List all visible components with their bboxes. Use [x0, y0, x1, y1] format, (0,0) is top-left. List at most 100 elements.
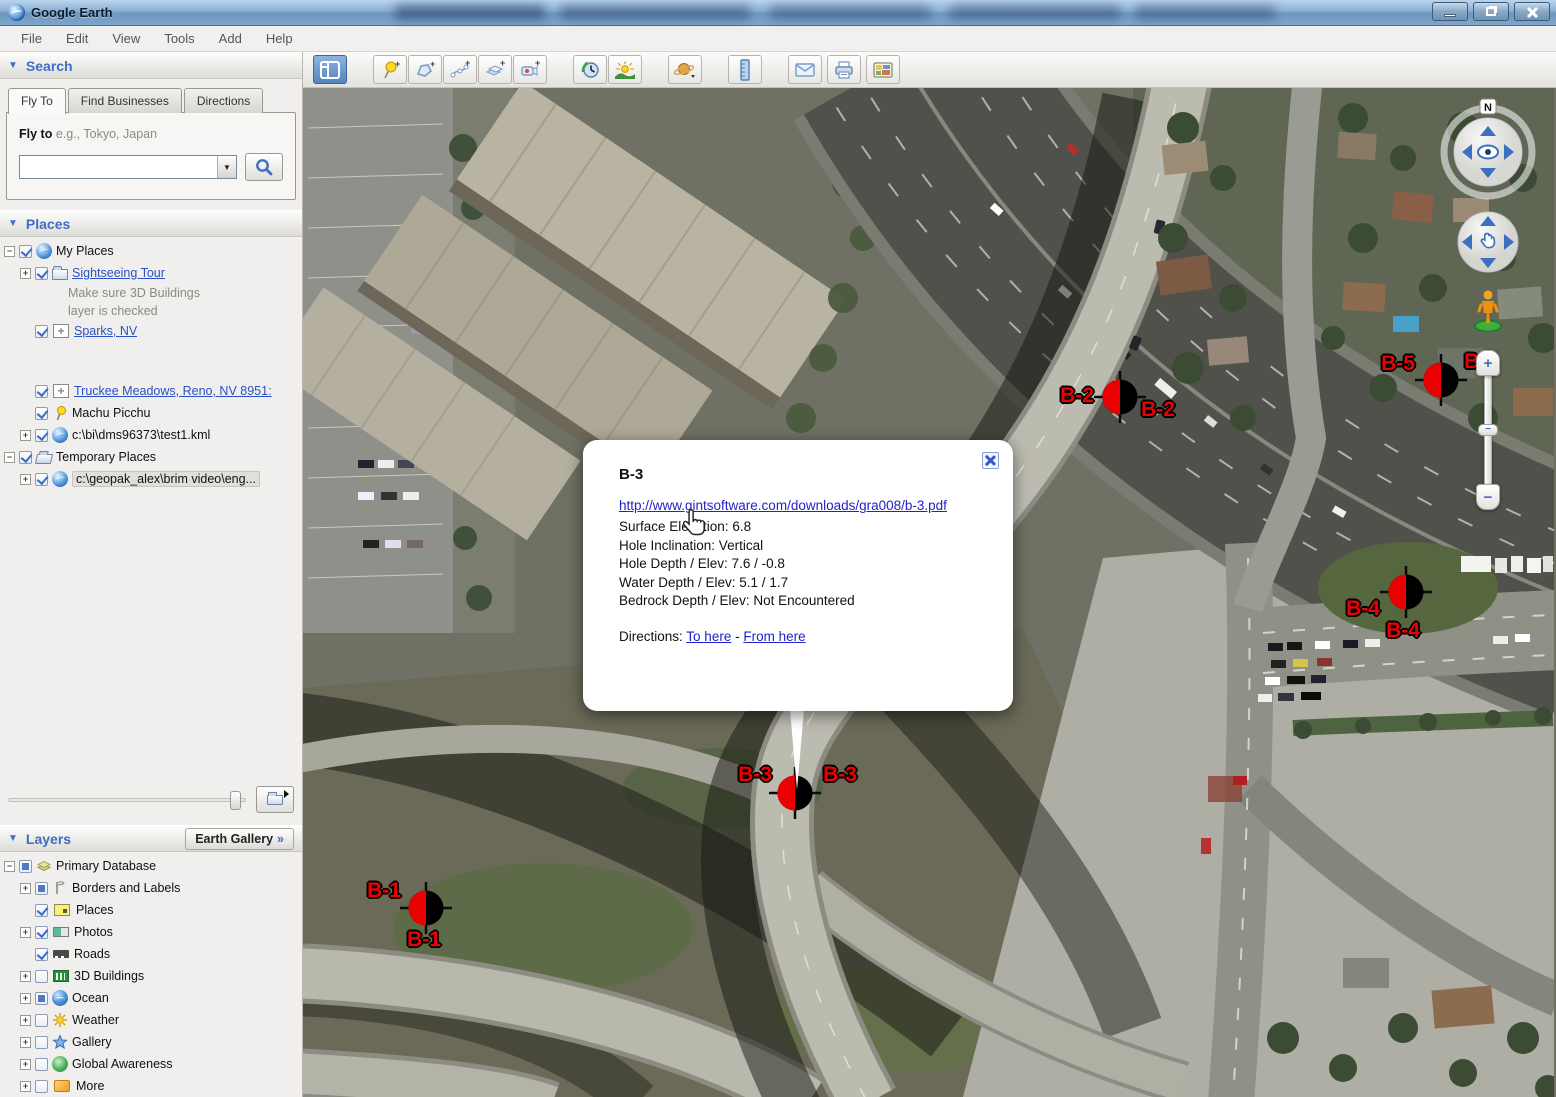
slider-handle[interactable]	[230, 791, 241, 810]
layer-item-global-awareness[interactable]: + Global Awareness	[4, 1053, 302, 1075]
expander-icon[interactable]: +	[20, 1081, 31, 1092]
map-viewport[interactable]: B-1 B-1 B-2 B-2	[303, 88, 1556, 1097]
sunlight-button[interactable]	[608, 55, 642, 84]
zoom-in-button[interactable]: +	[1476, 350, 1500, 376]
directions-from-here-link[interactable]: From here	[743, 629, 805, 644]
sidebar-toggle-button[interactable]	[313, 55, 347, 84]
menu-help[interactable]: Help	[255, 28, 304, 49]
checkbox[interactable]	[35, 1080, 48, 1093]
fly-to-input[interactable]	[20, 156, 217, 178]
layer-item-more[interactable]: + More	[4, 1075, 302, 1097]
checkbox[interactable]	[35, 970, 48, 983]
checkbox[interactable]	[35, 267, 48, 280]
sidebar-item-sparks-nv[interactable]: Sparks, NV	[4, 320, 302, 342]
checkbox[interactable]	[19, 451, 32, 464]
checkbox[interactable]	[19, 245, 32, 258]
checkbox[interactable]	[35, 882, 48, 895]
tab-find-businesses[interactable]: Find Businesses	[68, 88, 182, 113]
checkbox[interactable]	[35, 992, 48, 1005]
borehole-pdf-link[interactable]: http://www.gintsoftware.com/downloads/gr…	[619, 497, 964, 516]
add-image-overlay-button[interactable]: +	[478, 55, 512, 84]
restore-button[interactable]	[1473, 2, 1509, 21]
google-earth-logo-icon[interactable]	[8, 4, 25, 21]
marker-b-4[interactable]	[1378, 564, 1434, 620]
directions-to-here-link[interactable]: To here	[686, 629, 731, 644]
checkbox[interactable]	[35, 1058, 48, 1071]
checkbox[interactable]	[35, 926, 48, 939]
ruler-button[interactable]	[728, 55, 762, 84]
earth-gallery-button[interactable]: Earth Gallery »	[185, 828, 294, 850]
expander-icon[interactable]: +	[20, 971, 31, 982]
expander-icon[interactable]: +	[20, 268, 31, 279]
planets-button[interactable]	[668, 55, 702, 84]
checkbox[interactable]	[35, 1014, 48, 1027]
expander-icon[interactable]: −	[4, 246, 15, 257]
expander-icon[interactable]: −	[4, 861, 15, 872]
expander-icon[interactable]: +	[20, 430, 31, 441]
add-path-button[interactable]: +	[443, 55, 477, 84]
sidebar-item-temporary-places[interactable]: − Temporary Places	[4, 446, 302, 468]
places-panel-header[interactable]: ▼ Places	[0, 210, 302, 237]
layers-panel-header[interactable]: ▼ Layers Earth Gallery »	[0, 825, 302, 852]
balloon-close-button[interactable]	[982, 452, 999, 469]
minimize-button[interactable]	[1432, 2, 1468, 21]
email-button[interactable]	[788, 55, 822, 84]
historical-imagery-button[interactable]	[573, 55, 607, 84]
checkbox[interactable]	[19, 860, 32, 873]
expander-icon[interactable]: +	[20, 1059, 31, 1070]
menu-view[interactable]: View	[101, 28, 151, 49]
layer-item-gallery[interactable]: + Gallery	[4, 1031, 302, 1053]
street-view-pegman[interactable]	[1472, 288, 1504, 332]
print-button[interactable]	[827, 55, 861, 84]
expander-icon[interactable]: −	[4, 452, 15, 463]
expander-icon[interactable]: +	[20, 927, 31, 938]
layer-item-roads[interactable]: Roads	[4, 943, 302, 965]
sidebar-item-machu-picchu[interactable]: Machu Picchu	[4, 402, 302, 424]
expander-icon[interactable]: +	[20, 883, 31, 894]
sidebar-item-truckee-meadows[interactable]: Truckee Meadows, Reno, NV 8951:	[4, 380, 302, 402]
checkbox[interactable]	[35, 429, 48, 442]
close-button[interactable]	[1514, 2, 1550, 21]
sidebar-item-geopak-kml[interactable]: + c:\geopak_alex\brim video\eng...	[4, 468, 302, 490]
search-panel-header[interactable]: ▼ Search	[0, 52, 302, 79]
checkbox[interactable]	[35, 407, 48, 420]
layer-item-photos[interactable]: + Photos	[4, 921, 302, 943]
tab-fly-to[interactable]: Fly To	[8, 88, 66, 114]
menu-add[interactable]: Add	[208, 28, 253, 49]
expander-icon[interactable]: +	[20, 993, 31, 1004]
save-image-button[interactable]	[866, 55, 900, 84]
zoom-slider-handle[interactable]: −	[1478, 424, 1498, 436]
add-placemark-button[interactable]: +	[373, 55, 407, 84]
layer-item-primary-database[interactable]: − Primary Database	[4, 855, 302, 877]
tab-directions[interactable]: Directions	[184, 88, 263, 113]
layer-item-3d-buildings[interactable]: + 3D Buildings	[4, 965, 302, 987]
checkbox[interactable]	[35, 1036, 48, 1049]
look-joystick[interactable]: N	[1438, 98, 1538, 202]
sidebar-item-my-places[interactable]: − My Places	[4, 240, 302, 262]
checkbox[interactable]	[35, 325, 48, 338]
menu-edit[interactable]: Edit	[55, 28, 99, 49]
search-button[interactable]	[245, 153, 283, 181]
menu-tools[interactable]: Tools	[153, 28, 205, 49]
checkbox[interactable]	[35, 904, 48, 917]
snapshot-folder-button[interactable]	[256, 786, 294, 813]
checkbox[interactable]	[35, 948, 48, 961]
opacity-slider[interactable]	[8, 798, 246, 802]
expander-icon[interactable]: +	[20, 1037, 31, 1048]
expander-icon[interactable]: +	[20, 1015, 31, 1026]
sidebar-item-sightseeing-tour[interactable]: + Sightseeing Tour	[4, 262, 302, 284]
zoom-out-button[interactable]: −	[1476, 484, 1500, 510]
record-tour-button[interactable]: +	[513, 55, 547, 84]
add-polygon-button[interactable]: +	[408, 55, 442, 84]
layer-item-weather[interactable]: + Weather	[4, 1009, 302, 1031]
combo-dropdown-button[interactable]: ▼	[217, 156, 236, 178]
move-joystick[interactable]	[1456, 210, 1520, 274]
sidebar-item-test1-kml[interactable]: + c:\bi\dms96373\test1.kml	[4, 424, 302, 446]
layer-item-borders-and-labels[interactable]: + Borders and Labels	[4, 877, 302, 899]
checkbox[interactable]	[35, 385, 48, 398]
marker-b-5[interactable]	[1413, 352, 1469, 408]
checkbox[interactable]	[35, 473, 48, 486]
marker-b-2[interactable]	[1092, 369, 1148, 425]
expander-icon[interactable]: +	[20, 474, 31, 485]
layer-item-ocean[interactable]: + Ocean	[4, 987, 302, 1009]
